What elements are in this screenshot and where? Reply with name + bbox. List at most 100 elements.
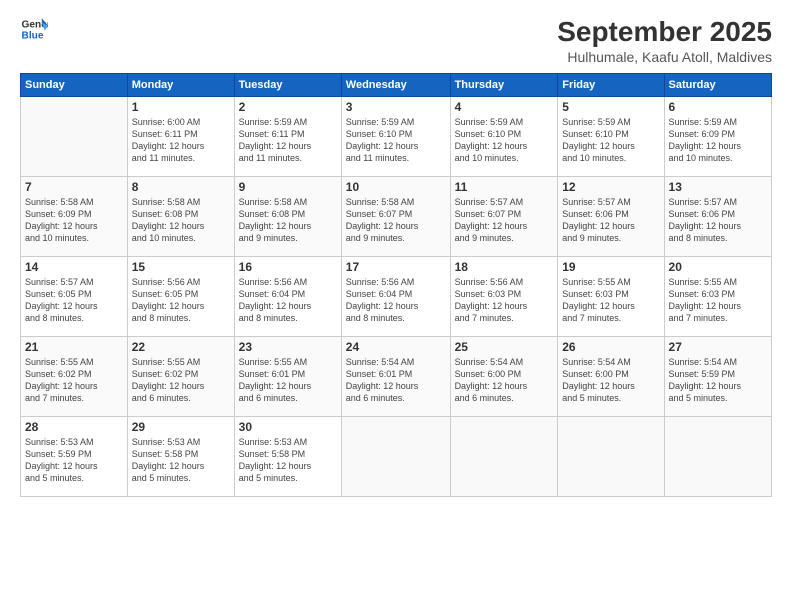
day-info: Sunrise: 5:58 AMSunset: 6:08 PMDaylight:…	[239, 196, 337, 245]
day-info: Sunrise: 5:58 AMSunset: 6:07 PMDaylight:…	[346, 196, 446, 245]
day-number: 26	[562, 340, 659, 354]
day-info: Sunrise: 5:59 AMSunset: 6:10 PMDaylight:…	[562, 116, 659, 165]
col-saturday: Saturday	[664, 73, 771, 96]
day-info: Sunrise: 5:54 AMSunset: 6:01 PMDaylight:…	[346, 356, 446, 405]
table-row	[341, 416, 450, 496]
day-info: Sunrise: 5:54 AMSunset: 5:59 PMDaylight:…	[669, 356, 767, 405]
table-row: 12 Sunrise: 5:57 AMSunset: 6:06 PMDayligh…	[558, 176, 664, 256]
col-thursday: Thursday	[450, 73, 558, 96]
day-info: Sunrise: 5:59 AMSunset: 6:09 PMDaylight:…	[669, 116, 767, 165]
day-info: Sunrise: 5:53 AMSunset: 5:58 PMDaylight:…	[239, 436, 337, 485]
day-info: Sunrise: 5:58 AMSunset: 6:09 PMDaylight:…	[25, 196, 123, 245]
day-number: 18	[455, 260, 554, 274]
day-number: 16	[239, 260, 337, 274]
table-row: 15 Sunrise: 5:56 AMSunset: 6:05 PMDayligh…	[127, 256, 234, 336]
table-row: 17Sunrise: 5:56 AMSunset: 6:04 PMDayligh…	[341, 256, 450, 336]
table-row: 6 Sunrise: 5:59 AMSunset: 6:09 PMDaylight…	[664, 96, 771, 176]
table-row: 19Sunrise: 5:55 AMSunset: 6:03 PMDayligh…	[558, 256, 664, 336]
day-info: Sunrise: 5:54 AMSunset: 6:00 PMDaylight:…	[455, 356, 554, 405]
table-row: 27Sunrise: 5:54 AMSunset: 5:59 PMDayligh…	[664, 336, 771, 416]
day-number: 24	[346, 340, 446, 354]
table-row: 2 Sunrise: 5:59 AMSunset: 6:11 PMDaylight…	[234, 96, 341, 176]
day-number: 8	[132, 180, 230, 194]
day-info: Sunrise: 5:56 AMSunset: 6:05 PMDaylight:…	[132, 276, 230, 325]
day-info: Sunrise: 5:56 AMSunset: 6:03 PMDaylight:…	[455, 276, 554, 325]
day-info: Sunrise: 5:55 AMSunset: 6:03 PMDaylight:…	[669, 276, 767, 325]
day-number: 10	[346, 180, 446, 194]
table-row: 4 Sunrise: 5:59 AMSunset: 6:10 PMDaylight…	[450, 96, 558, 176]
day-number: 22	[132, 340, 230, 354]
day-number: 3	[346, 100, 446, 114]
table-row: 25 Sunrise: 5:54 AMSunset: 6:00 PMDayligh…	[450, 336, 558, 416]
day-number: 12	[562, 180, 659, 194]
day-number: 5	[562, 100, 659, 114]
day-info: Sunrise: 5:55 AMSunset: 6:02 PMDaylight:…	[25, 356, 123, 405]
col-monday: Monday	[127, 73, 234, 96]
day-number: 20	[669, 260, 767, 274]
table-row: 11 Sunrise: 5:57 AMSunset: 6:07 PMDayligh…	[450, 176, 558, 256]
day-number: 21	[25, 340, 123, 354]
calendar-header-row: Sunday Monday Tuesday Wednesday Thursday…	[21, 73, 772, 96]
day-number: 4	[455, 100, 554, 114]
table-row: 21 Sunrise: 5:55 AMSunset: 6:02 PMDayligh…	[21, 336, 128, 416]
table-row: 30 Sunrise: 5:53 AMSunset: 5:58 PMDayligh…	[234, 416, 341, 496]
day-info: Sunrise: 5:55 AMSunset: 6:01 PMDaylight:…	[239, 356, 337, 405]
calendar-week-row: 21 Sunrise: 5:55 AMSunset: 6:02 PMDayligh…	[21, 336, 772, 416]
col-friday: Friday	[558, 73, 664, 96]
day-info: Sunrise: 5:57 AMSunset: 6:06 PMDaylight:…	[669, 196, 767, 245]
calendar-week-row: 28 Sunrise: 5:53 AMSunset: 5:59 PMDayligh…	[21, 416, 772, 496]
table-row: 7 Sunrise: 5:58 AMSunset: 6:09 PMDaylight…	[21, 176, 128, 256]
table-row	[664, 416, 771, 496]
day-number: 30	[239, 420, 337, 434]
day-number: 7	[25, 180, 123, 194]
day-info: Sunrise: 5:53 AMSunset: 5:58 PMDaylight:…	[132, 436, 230, 485]
day-info: Sunrise: 5:53 AMSunset: 5:59 PMDaylight:…	[25, 436, 123, 485]
day-number: 25	[455, 340, 554, 354]
main-title: September 2025	[557, 15, 772, 49]
svg-text:Blue: Blue	[22, 30, 44, 41]
table-row: 10 Sunrise: 5:58 AMSunset: 6:07 PMDayligh…	[341, 176, 450, 256]
title-block: September 2025 Hulhumale, Kaafu Atoll, M…	[557, 15, 772, 65]
table-row: 20 Sunrise: 5:55 AMSunset: 6:03 PMDayligh…	[664, 256, 771, 336]
day-info: Sunrise: 5:56 AMSunset: 6:04 PMDaylight:…	[346, 276, 446, 325]
table-row: 26Sunrise: 5:54 AMSunset: 6:00 PMDayligh…	[558, 336, 664, 416]
table-row	[450, 416, 558, 496]
day-info: Sunrise: 5:59 AMSunset: 6:11 PMDaylight:…	[239, 116, 337, 165]
page: General Blue September 2025 Hulhumale, K…	[0, 0, 792, 612]
header: General Blue September 2025 Hulhumale, K…	[20, 15, 772, 65]
table-row: 18 Sunrise: 5:56 AMSunset: 6:03 PMDayligh…	[450, 256, 558, 336]
table-row: 8Sunrise: 5:58 AMSunset: 6:08 PMDaylight…	[127, 176, 234, 256]
day-number: 29	[132, 420, 230, 434]
logo: General Blue	[20, 15, 48, 43]
col-tuesday: Tuesday	[234, 73, 341, 96]
table-row: 5 Sunrise: 5:59 AMSunset: 6:10 PMDaylight…	[558, 96, 664, 176]
day-number: 11	[455, 180, 554, 194]
table-row: 9 Sunrise: 5:58 AMSunset: 6:08 PMDaylight…	[234, 176, 341, 256]
calendar-week-row: 7 Sunrise: 5:58 AMSunset: 6:09 PMDaylight…	[21, 176, 772, 256]
day-info: Sunrise: 5:55 AMSunset: 6:02 PMDaylight:…	[132, 356, 230, 405]
day-number: 9	[239, 180, 337, 194]
day-number: 28	[25, 420, 123, 434]
day-info: Sunrise: 5:57 AMSunset: 6:07 PMDaylight:…	[455, 196, 554, 245]
day-number: 14	[25, 260, 123, 274]
day-number: 13	[669, 180, 767, 194]
calendar-week-row: 1Sunrise: 6:00 AMSunset: 6:11 PMDaylight…	[21, 96, 772, 176]
day-info: Sunrise: 5:57 AMSunset: 6:06 PMDaylight:…	[562, 196, 659, 245]
day-number: 2	[239, 100, 337, 114]
calendar-week-row: 14Sunrise: 5:57 AMSunset: 6:05 PMDayligh…	[21, 256, 772, 336]
table-row: 1Sunrise: 6:00 AMSunset: 6:11 PMDaylight…	[127, 96, 234, 176]
table-row	[558, 416, 664, 496]
table-row: 13 Sunrise: 5:57 AMSunset: 6:06 PMDayligh…	[664, 176, 771, 256]
table-row	[21, 96, 128, 176]
day-number: 15	[132, 260, 230, 274]
table-row: 24 Sunrise: 5:54 AMSunset: 6:01 PMDayligh…	[341, 336, 450, 416]
subtitle: Hulhumale, Kaafu Atoll, Maldives	[557, 49, 772, 65]
day-number: 6	[669, 100, 767, 114]
day-info: Sunrise: 6:00 AMSunset: 6:11 PMDaylight:…	[132, 116, 230, 165]
day-info: Sunrise: 5:59 AMSunset: 6:10 PMDaylight:…	[346, 116, 446, 165]
day-number: 23	[239, 340, 337, 354]
day-info: Sunrise: 5:59 AMSunset: 6:10 PMDaylight:…	[455, 116, 554, 165]
col-wednesday: Wednesday	[341, 73, 450, 96]
table-row: 16Sunrise: 5:56 AMSunset: 6:04 PMDayligh…	[234, 256, 341, 336]
day-info: Sunrise: 5:55 AMSunset: 6:03 PMDaylight:…	[562, 276, 659, 325]
